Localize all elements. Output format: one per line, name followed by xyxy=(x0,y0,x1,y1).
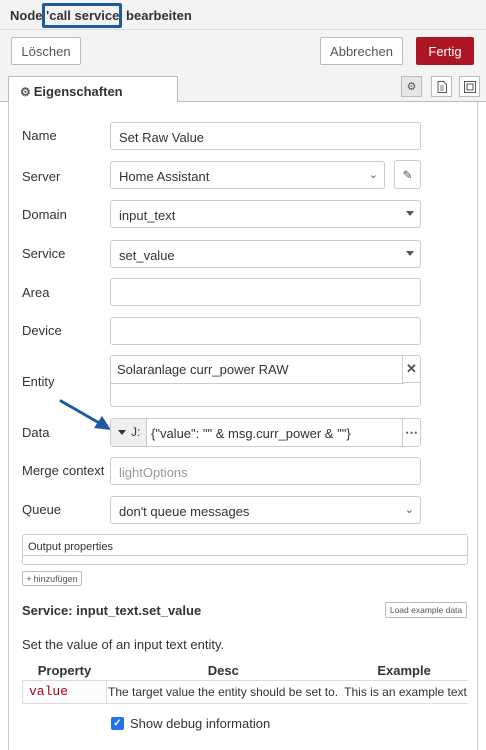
service-properties-table: Property Desc Example value The target v… xyxy=(22,661,468,704)
output-properties-list[interactable]: Output properties xyxy=(22,534,468,565)
debug-checkbox[interactable]: ✓ xyxy=(111,717,124,730)
pencil-icon: ✎ xyxy=(402,167,413,182)
gear-icon: ⚙ xyxy=(20,85,31,99)
caret-down-icon xyxy=(406,251,414,256)
data-typed-input[interactable]: J: {"value": "" & msg.curr_power & ""} ⋯ xyxy=(110,418,421,447)
entity-label: Entity xyxy=(22,374,55,389)
entity-selector[interactable]: Solaranlage curr_power RAW ✕ xyxy=(110,355,421,407)
domain-label: Domain xyxy=(22,207,67,222)
property-cell: value xyxy=(22,680,107,704)
json-type-label: J: xyxy=(131,425,141,439)
plus-icon: + xyxy=(26,573,32,584)
done-button[interactable]: Fertig xyxy=(416,37,474,65)
merge-context-input[interactable]: lightOptions xyxy=(110,457,421,485)
remove-entity-icon[interactable]: ✕ xyxy=(402,356,420,383)
tab-bar: ⚙ Eigenschaften ⚙ xyxy=(0,72,486,103)
server-value: Home Assistant xyxy=(119,169,210,184)
add-label: hinzufügen xyxy=(33,573,78,584)
output-properties-label: Output properties xyxy=(28,541,113,553)
service-select[interactable]: set_value xyxy=(110,240,421,268)
table-header-row: Property Desc Example xyxy=(22,661,468,681)
gear-icon[interactable]: ⚙ xyxy=(401,76,422,97)
add-output-property-button[interactable]: + hinzufügen xyxy=(22,571,82,586)
title-highlight-box xyxy=(42,3,122,28)
document-icon[interactable] xyxy=(431,76,452,97)
caret-down-icon xyxy=(118,430,126,436)
column-header-example: Example xyxy=(340,661,468,681)
merge-context-placeholder: lightOptions xyxy=(119,465,188,480)
device-label: Device xyxy=(22,323,62,338)
editor-title-bar: Node 'call service' bearbeiten xyxy=(0,0,486,30)
entity-chip: Solaranlage curr_power RAW xyxy=(117,362,289,377)
chevron-down-icon: ⌄ xyxy=(404,504,414,516)
editor-action-bar: Löschen Abbrechen Fertig xyxy=(0,30,486,72)
domain-value: input_text xyxy=(119,208,176,223)
area-label: Area xyxy=(22,285,50,300)
expand-editor-button[interactable]: ⋯ xyxy=(402,419,420,446)
debug-label: Show debug information xyxy=(130,716,271,731)
frame-icon[interactable] xyxy=(459,76,480,97)
load-example-data-button[interactable]: Load example data xyxy=(385,602,467,618)
service-label: Service xyxy=(22,246,66,261)
queue-value: don't queue messages xyxy=(119,504,250,519)
annotation-arrow-icon xyxy=(59,399,111,430)
device-input[interactable] xyxy=(110,317,421,345)
service-info-title: Service: input_text.set_value xyxy=(22,603,202,618)
queue-label: Queue xyxy=(22,502,62,517)
name-input[interactable]: Set Raw Value xyxy=(110,122,421,150)
desc-cell: The target value the entity should be se… xyxy=(106,680,341,704)
data-type-selector[interactable]: J: xyxy=(111,419,147,446)
service-description: Set the value of an input text entity. xyxy=(22,637,225,652)
entity-divider xyxy=(111,383,404,384)
chevron-down-icon: ⌄ xyxy=(368,169,378,181)
column-header-desc: Desc xyxy=(106,661,341,681)
queue-select[interactable]: don't queue messages ⌄ xyxy=(110,496,421,524)
edit-server-button[interactable]: ✎ xyxy=(394,160,421,189)
domain-select[interactable]: input_text xyxy=(110,200,421,228)
merge-context-label: Merge context xyxy=(22,463,105,478)
name-label: Name xyxy=(22,128,57,143)
caret-down-icon xyxy=(406,211,414,216)
service-value: set_value xyxy=(119,248,175,263)
cancel-button[interactable]: Abbrechen xyxy=(320,37,403,65)
server-select[interactable]: Home Assistant ⌄ xyxy=(110,161,385,189)
data-label: Data xyxy=(22,425,50,440)
example-cell: This is an example text xyxy=(340,680,468,704)
data-value: {"value": "" & msg.curr_power & ""} xyxy=(151,426,351,441)
table-row: value The target value the entity should… xyxy=(22,680,468,704)
delete-button[interactable]: Löschen xyxy=(11,37,81,65)
area-input[interactable] xyxy=(110,278,421,306)
tab-properties-label: Eigenschaften xyxy=(33,84,123,99)
server-label: Server xyxy=(22,169,61,184)
tab-properties[interactable]: ⚙ Eigenschaften xyxy=(8,76,178,103)
output-properties-divider xyxy=(23,555,467,556)
debug-option[interactable]: ✓ Show debug information xyxy=(111,716,270,731)
column-header-property: Property xyxy=(22,661,107,681)
